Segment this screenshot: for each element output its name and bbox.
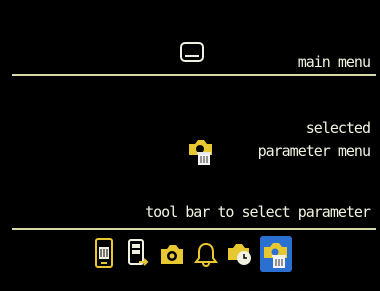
main-menu-label: main menu bbox=[297, 53, 371, 71]
camera-timer-icon bbox=[228, 244, 251, 265]
toolbar-item-bell[interactable] bbox=[190, 236, 222, 272]
main-menu-divider bbox=[12, 74, 376, 76]
parameter-menu-label-2: parameter menu bbox=[257, 142, 371, 160]
toolbar-label: tool bar to select parameter bbox=[145, 203, 371, 221]
toolbar-item-camera-delete[interactable] bbox=[260, 236, 292, 272]
bell-icon bbox=[194, 242, 218, 267]
toolbar-item-export[interactable] bbox=[122, 236, 154, 272]
toolbar-item-camera[interactable] bbox=[156, 236, 188, 272]
toolbar-item-camera-timer[interactable] bbox=[224, 236, 256, 272]
export-icon bbox=[128, 239, 149, 266]
parameter-menu-label-1: selected bbox=[305, 119, 371, 137]
toolbar-item-phone-delete[interactable] bbox=[88, 236, 120, 272]
phone-delete-icon bbox=[95, 238, 113, 268]
device-screen: main menu selected parameter menu tool b… bbox=[4, 4, 376, 283]
camera-delete-icon[interactable] bbox=[186, 136, 216, 166]
camera-icon bbox=[161, 245, 183, 264]
toolbar-divider bbox=[12, 228, 376, 230]
screen-icon[interactable] bbox=[180, 42, 204, 62]
camera-delete-icon bbox=[264, 243, 287, 268]
